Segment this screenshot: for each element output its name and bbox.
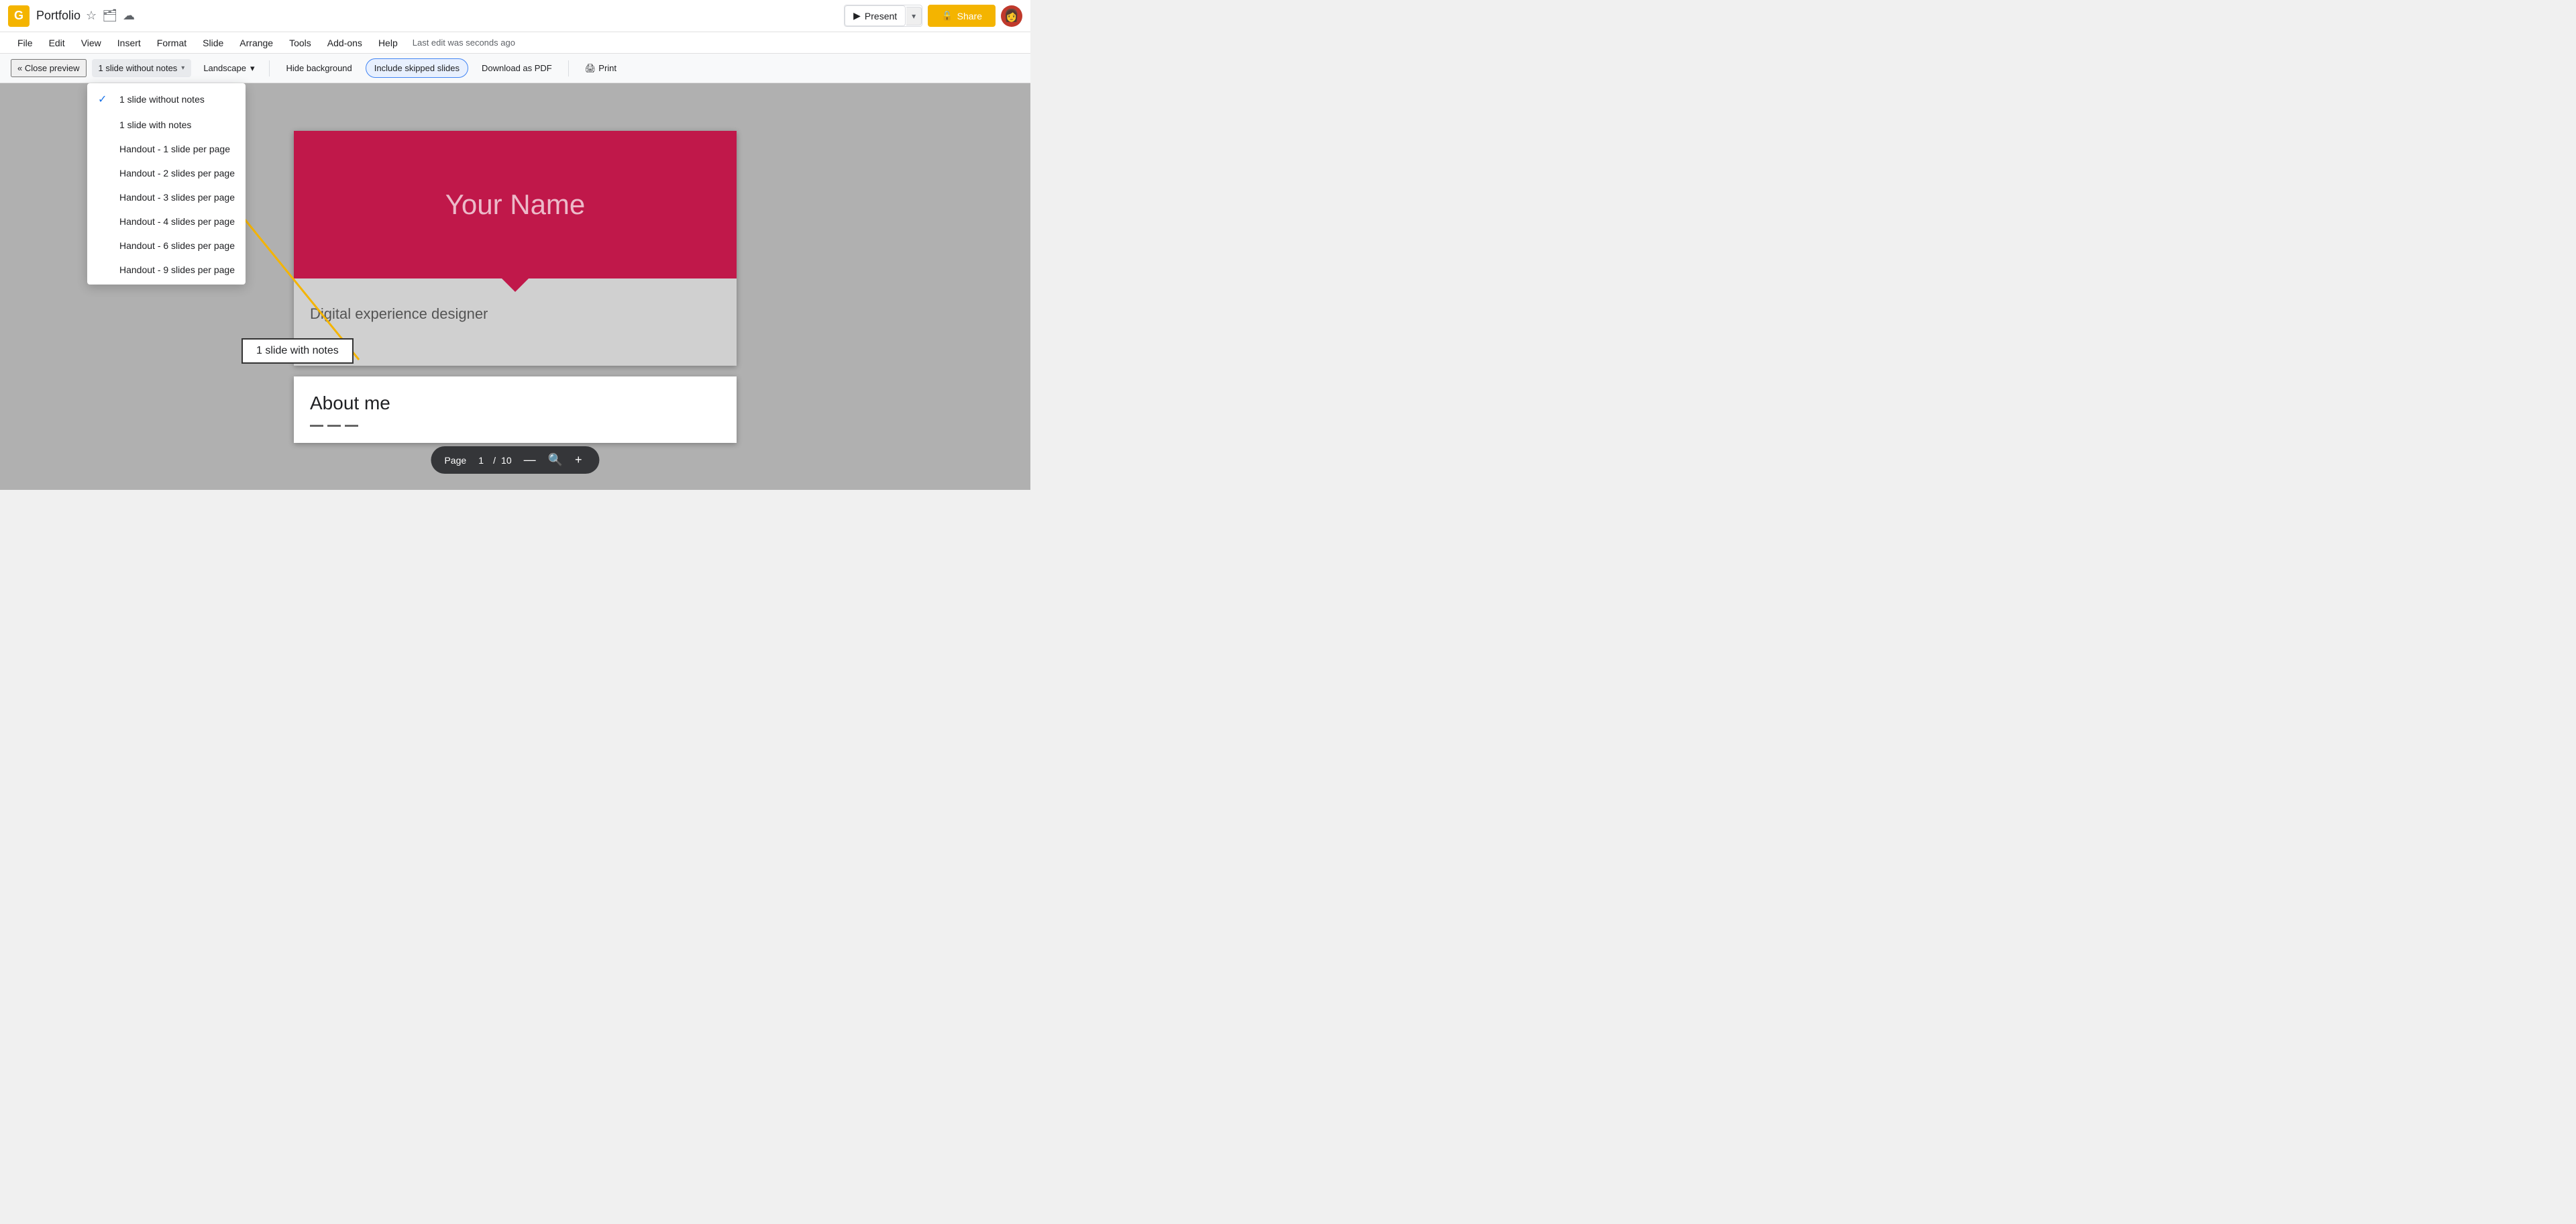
- slide-subtitle: Digital experience designer: [310, 305, 488, 322]
- hide-background-button[interactable]: Hide background: [278, 59, 360, 77]
- dropdown-item-label-1: 1 slide with notes: [119, 119, 191, 130]
- page-bar: Page / 10 — 🔍 +: [431, 446, 599, 474]
- title-bar: G Portfolio ☆ 🗂 ☁ ▶ Present ▾ 🔒 Share 👩: [0, 0, 1030, 32]
- menu-item-file[interactable]: File: [11, 35, 40, 51]
- page-label: Page: [444, 455, 466, 466]
- print-label: Print: [598, 63, 616, 73]
- menu-item-slide[interactable]: Slide: [196, 35, 230, 51]
- landscape-arrow-icon: ▾: [250, 63, 255, 74]
- download-pdf-button[interactable]: Download as PDF: [474, 59, 560, 77]
- page-prev-button[interactable]: —: [520, 452, 540, 468]
- page-next-button[interactable]: +: [571, 452, 586, 468]
- dropdown-item-2[interactable]: Handout - 1 slide per page: [87, 137, 246, 161]
- present-arrow-button[interactable]: ▾: [906, 7, 922, 26]
- dropdown-item-label-6: Handout - 6 slides per page: [119, 240, 235, 251]
- dropdown-item-label-4: Handout - 3 slides per page: [119, 192, 235, 203]
- slide-about-decoration: [310, 419, 720, 427]
- slide-2: About me: [294, 376, 737, 443]
- slide-top-section: Your Name: [294, 131, 737, 278]
- slide-triangle-decoration: [502, 278, 529, 292]
- menu-item-help[interactable]: Help: [372, 35, 405, 51]
- title-icons: ☆ 🗂 ☁: [86, 9, 135, 23]
- present-label: Present: [865, 11, 897, 21]
- title-right: ▶ Present ▾ 🔒 Share 👩: [844, 5, 1022, 27]
- dropdown-item-6[interactable]: Handout - 6 slides per page: [87, 234, 246, 258]
- slide-about-title: About me: [310, 393, 720, 414]
- dropdown-item-7[interactable]: Handout - 9 slides per page: [87, 258, 246, 282]
- menu-item-tools[interactable]: Tools: [282, 35, 318, 51]
- checkmark-icon: ✓: [98, 93, 111, 106]
- dropdown-item-5[interactable]: Handout - 4 slides per page: [87, 209, 246, 234]
- avatar: 👩: [1001, 5, 1022, 27]
- dropdown-item-label-0: 1 slide without notes: [119, 94, 205, 105]
- dropdown-item-label-3: Handout - 2 slides per page: [119, 168, 235, 178]
- dropdown-arrow-icon: ▾: [181, 64, 184, 72]
- landscape-button[interactable]: Landscape ▾: [197, 59, 261, 78]
- layout-dropdown-menu: ✓ 1 slide without notes 1 slide with not…: [87, 83, 246, 285]
- share-button[interactable]: 🔒 Share: [928, 5, 996, 27]
- dropdown-item-4[interactable]: Handout - 3 slides per page: [87, 185, 246, 209]
- lock-icon: 🔒: [941, 10, 953, 21]
- total-pages: 10: [501, 455, 512, 466]
- menu-item-view[interactable]: View: [74, 35, 108, 51]
- app-icon: G: [8, 5, 30, 27]
- present-button[interactable]: ▶ Present: [845, 5, 906, 26]
- landscape-label: Landscape: [203, 63, 246, 73]
- dropdown-item-1[interactable]: 1 slide with notes: [87, 113, 246, 137]
- menu-item-addons[interactable]: Add-ons: [321, 35, 369, 51]
- close-preview-button[interactable]: « Close preview: [11, 59, 87, 77]
- dash-1: [310, 425, 323, 427]
- print-toolbar: « Close preview 1 slide without notes ▾ …: [0, 54, 1030, 83]
- menu-item-format[interactable]: Format: [150, 35, 193, 51]
- page-separator: /: [493, 455, 496, 466]
- current-page-input[interactable]: [474, 455, 488, 466]
- folder-icon[interactable]: 🗂: [102, 9, 117, 23]
- layout-dropdown-button[interactable]: 1 slide without notes ▾: [92, 59, 192, 77]
- dash-2: [327, 425, 341, 427]
- toolbar-divider: [269, 60, 270, 76]
- toolbar-divider2: [568, 60, 569, 76]
- dropdown-item-label-2: Handout - 1 slide per page: [119, 144, 230, 154]
- menu-bar: File Edit View Insert Format Slide Arran…: [0, 32, 1030, 54]
- present-icon: ▶: [853, 10, 861, 21]
- include-skipped-button[interactable]: Include skipped slides: [366, 58, 468, 78]
- dropdown-item-0[interactable]: ✓ 1 slide without notes: [87, 86, 246, 113]
- star-icon[interactable]: ☆: [86, 9, 97, 23]
- menu-item-insert[interactable]: Insert: [111, 35, 148, 51]
- last-edit-text: Last edit was seconds ago: [413, 38, 515, 48]
- cloud-icon[interactable]: ☁: [123, 9, 135, 23]
- app-icon-letter: G: [14, 9, 23, 23]
- print-button[interactable]: 🖨 Print: [577, 59, 625, 78]
- dropdown-item-label-7: Handout - 9 slides per page: [119, 264, 235, 275]
- share-label: Share: [957, 11, 982, 21]
- layout-label: 1 slide without notes: [99, 63, 178, 73]
- slide-1: Your Name Digital experience designer: [294, 131, 737, 366]
- menu-item-arrange[interactable]: Arrange: [233, 35, 280, 51]
- zoom-icon[interactable]: 🔍: [548, 453, 563, 467]
- dropdown-item-label-5: Handout - 4 slides per page: [119, 216, 235, 227]
- page-number-section: / 10: [474, 455, 511, 466]
- doc-title: Portfolio: [36, 9, 80, 23]
- printer-icon: 🖨: [585, 63, 596, 74]
- dash-3: [345, 425, 358, 427]
- dropdown-item-3[interactable]: Handout - 2 slides per page: [87, 161, 246, 185]
- menu-item-edit[interactable]: Edit: [42, 35, 72, 51]
- slide-main-title: Your Name: [445, 189, 586, 221]
